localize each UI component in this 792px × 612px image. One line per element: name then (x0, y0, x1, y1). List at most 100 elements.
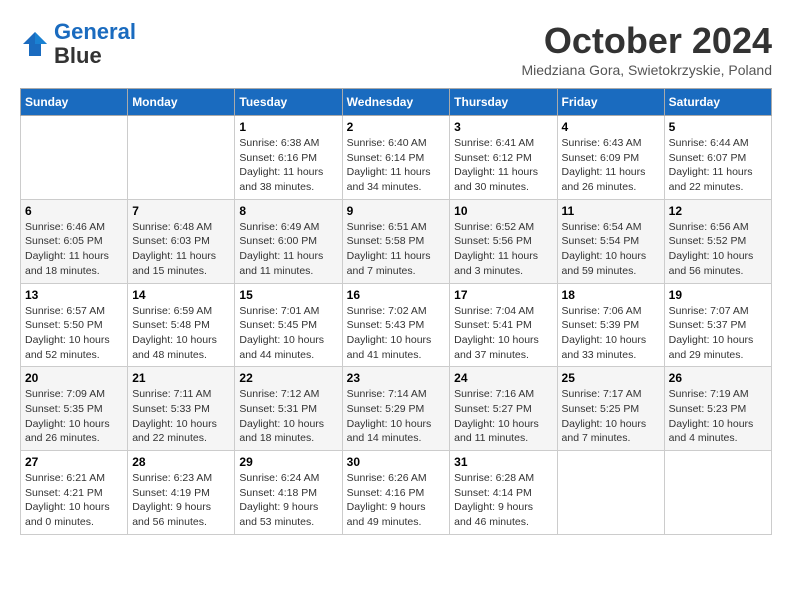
day-info: Sunrise: 6:40 AM Sunset: 6:14 PM Dayligh… (347, 136, 446, 195)
calendar-cell: 8Sunrise: 6:49 AM Sunset: 6:00 PM Daylig… (235, 199, 342, 283)
day-number: 11 (562, 204, 660, 218)
day-number: 2 (347, 120, 446, 134)
calendar-cell: 20 Sunrise: 7:09 AM Sunset: 5:35 PM Dayli… (21, 367, 128, 451)
weekday-header: Thursday (450, 89, 557, 116)
logo-icon (20, 29, 50, 59)
day-number: 13 (25, 288, 123, 302)
calendar-cell: 26Sunrise: 7:19 AM Sunset: 5:23 PM Dayli… (664, 367, 771, 451)
calendar-cell: 12 Sunrise: 6:56 AM Sunset: 5:52 PM Dayli… (664, 199, 771, 283)
day-number: 20 (25, 371, 123, 385)
day-info: Sunrise: 6:26 AM Sunset: 4:16 PM Dayligh… (347, 471, 446, 530)
weekday-header-row: SundayMondayTuesdayWednesdayThursdayFrid… (21, 89, 772, 116)
day-number: 17 (454, 288, 552, 302)
day-info: Sunrise: 6:38 AM Sunset: 6:16 PM Dayligh… (239, 136, 337, 195)
day-number: 7 (132, 204, 230, 218)
calendar-cell: 23 Sunrise: 7:14 AM Sunset: 5:29 PM Dayli… (342, 367, 450, 451)
day-info: Sunrise: 6:57 AM Sunset: 5:50 PM Dayligh… (25, 304, 123, 363)
day-info: Sunrise: 6:48 AM Sunset: 6:03 PM Dayligh… (132, 220, 230, 279)
day-number: 28 (132, 455, 230, 469)
calendar-cell: 4Sunrise: 6:43 AM Sunset: 6:09 PM Daylig… (557, 116, 664, 200)
calendar-table: SundayMondayTuesdayWednesdayThursdayFrid… (20, 88, 772, 535)
day-number: 5 (669, 120, 767, 134)
day-info: Sunrise: 7:09 AM Sunset: 5:35 PM Dayligh… (25, 387, 123, 446)
day-info: Sunrise: 7:16 AM Sunset: 5:27 PM Dayligh… (454, 387, 552, 446)
day-info: Sunrise: 7:06 AM Sunset: 5:39 PM Dayligh… (562, 304, 660, 363)
calendar-week-row: 27 Sunrise: 6:21 AM Sunset: 4:21 PM Dayli… (21, 451, 772, 535)
day-number: 15 (239, 288, 337, 302)
calendar-cell: 13 Sunrise: 6:57 AM Sunset: 5:50 PM Dayli… (21, 283, 128, 367)
day-number: 27 (25, 455, 123, 469)
day-number: 12 (669, 204, 767, 218)
calendar-week-row: 6 Sunrise: 6:46 AM Sunset: 6:05 PM Daylig… (21, 199, 772, 283)
calendar-cell: 17Sunrise: 7:04 AM Sunset: 5:41 PM Dayli… (450, 283, 557, 367)
calendar-cell (21, 116, 128, 200)
month-title: October 2024 (521, 20, 772, 62)
calendar-cell: 1 Sunrise: 6:38 AM Sunset: 6:16 PM Daylig… (235, 116, 342, 200)
weekday-header: Sunday (21, 89, 128, 116)
day-number: 6 (25, 204, 123, 218)
day-number: 30 (347, 455, 446, 469)
calendar-cell: 24 Sunrise: 7:16 AM Sunset: 5:27 PM Dayli… (450, 367, 557, 451)
day-number: 8 (239, 204, 337, 218)
day-info: Sunrise: 6:44 AM Sunset: 6:07 PM Dayligh… (669, 136, 767, 195)
day-info: Sunrise: 7:14 AM Sunset: 5:29 PM Dayligh… (347, 387, 446, 446)
calendar-cell: 31 Sunrise: 6:28 AM Sunset: 4:14 PM Dayli… (450, 451, 557, 535)
day-info: Sunrise: 7:02 AM Sunset: 5:43 PM Dayligh… (347, 304, 446, 363)
day-number: 25 (562, 371, 660, 385)
weekday-header: Monday (128, 89, 235, 116)
day-number: 1 (239, 120, 337, 134)
calendar-cell: 25 Sunrise: 7:17 AM Sunset: 5:25 PM Dayli… (557, 367, 664, 451)
day-info: Sunrise: 7:12 AM Sunset: 5:31 PM Dayligh… (239, 387, 337, 446)
page-header: GeneralBlue October 2024 Miedziana Gora,… (20, 20, 772, 78)
day-number: 9 (347, 204, 446, 218)
calendar-cell: 14 Sunrise: 6:59 AM Sunset: 5:48 PM Dayli… (128, 283, 235, 367)
weekday-header: Wednesday (342, 89, 450, 116)
day-info: Sunrise: 7:01 AM Sunset: 5:45 PM Dayligh… (239, 304, 337, 363)
day-number: 21 (132, 371, 230, 385)
day-info: Sunrise: 6:51 AM Sunset: 5:58 PM Dayligh… (347, 220, 446, 279)
day-number: 3 (454, 120, 552, 134)
day-info: Sunrise: 7:19 AM Sunset: 5:23 PM Dayligh… (669, 387, 767, 446)
day-number: 22 (239, 371, 337, 385)
calendar-cell: 2 Sunrise: 6:40 AM Sunset: 6:14 PM Daylig… (342, 116, 450, 200)
calendar-cell: 10 Sunrise: 6:52 AM Sunset: 5:56 PM Dayli… (450, 199, 557, 283)
calendar-cell: 5 Sunrise: 6:44 AM Sunset: 6:07 PM Daylig… (664, 116, 771, 200)
day-number: 10 (454, 204, 552, 218)
weekday-header: Tuesday (235, 89, 342, 116)
calendar-cell: 18 Sunrise: 7:06 AM Sunset: 5:39 PM Dayli… (557, 283, 664, 367)
calendar-cell: 9 Sunrise: 6:51 AM Sunset: 5:58 PM Daylig… (342, 199, 450, 283)
calendar-cell: 22 Sunrise: 7:12 AM Sunset: 5:31 PM Dayli… (235, 367, 342, 451)
day-info: Sunrise: 6:43 AM Sunset: 6:09 PM Dayligh… (562, 136, 660, 195)
calendar-cell: 28 Sunrise: 6:23 AM Sunset: 4:19 PM Dayli… (128, 451, 235, 535)
weekday-header: Saturday (664, 89, 771, 116)
calendar-cell: 16Sunrise: 7:02 AM Sunset: 5:43 PM Dayli… (342, 283, 450, 367)
calendar-cell: 3Sunrise: 6:41 AM Sunset: 6:12 PM Daylig… (450, 116, 557, 200)
logo: GeneralBlue (20, 20, 136, 68)
day-info: Sunrise: 6:59 AM Sunset: 5:48 PM Dayligh… (132, 304, 230, 363)
day-number: 19 (669, 288, 767, 302)
calendar-cell: 7 Sunrise: 6:48 AM Sunset: 6:03 PM Daylig… (128, 199, 235, 283)
day-info: Sunrise: 7:11 AM Sunset: 5:33 PM Dayligh… (132, 387, 230, 446)
day-info: Sunrise: 6:23 AM Sunset: 4:19 PM Dayligh… (132, 471, 230, 530)
title-block: October 2024 Miedziana Gora, Swietokrzys… (521, 20, 772, 78)
calendar-cell: 27 Sunrise: 6:21 AM Sunset: 4:21 PM Dayli… (21, 451, 128, 535)
day-info: Sunrise: 6:21 AM Sunset: 4:21 PM Dayligh… (25, 471, 123, 530)
calendar-cell: 29Sunrise: 6:24 AM Sunset: 4:18 PM Dayli… (235, 451, 342, 535)
day-info: Sunrise: 6:46 AM Sunset: 6:05 PM Dayligh… (25, 220, 123, 279)
day-info: Sunrise: 6:52 AM Sunset: 5:56 PM Dayligh… (454, 220, 552, 279)
day-number: 31 (454, 455, 552, 469)
day-number: 14 (132, 288, 230, 302)
day-info: Sunrise: 6:56 AM Sunset: 5:52 PM Dayligh… (669, 220, 767, 279)
location-title: Miedziana Gora, Swietokrzyskie, Poland (521, 62, 772, 78)
calendar-cell: 30 Sunrise: 6:26 AM Sunset: 4:16 PM Dayli… (342, 451, 450, 535)
calendar-cell: 21 Sunrise: 7:11 AM Sunset: 5:33 PM Dayli… (128, 367, 235, 451)
day-number: 24 (454, 371, 552, 385)
day-info: Sunrise: 6:28 AM Sunset: 4:14 PM Dayligh… (454, 471, 552, 530)
day-info: Sunrise: 7:07 AM Sunset: 5:37 PM Dayligh… (669, 304, 767, 363)
calendar-cell (664, 451, 771, 535)
weekday-header: Friday (557, 89, 664, 116)
calendar-week-row: 20 Sunrise: 7:09 AM Sunset: 5:35 PM Dayli… (21, 367, 772, 451)
day-info: Sunrise: 7:17 AM Sunset: 5:25 PM Dayligh… (562, 387, 660, 446)
day-number: 23 (347, 371, 446, 385)
day-number: 18 (562, 288, 660, 302)
